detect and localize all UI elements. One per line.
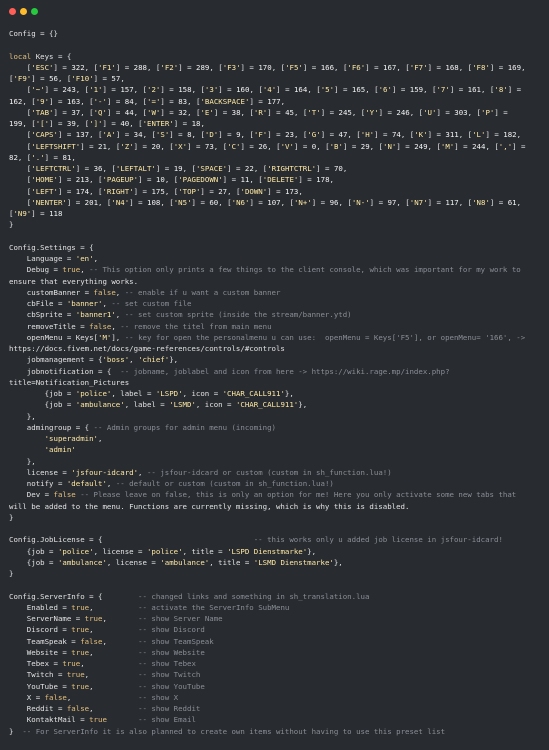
code-line: cbFile = 'banner', -- set custom file [9,299,192,308]
code-line: }, [9,411,36,421]
code-line: 'admin' [44,445,76,455]
code-line: Config.Settings = { [9,242,94,252]
code-line: 'superadmin', [44,434,103,443]
code-line: Discord = true, -- show Discord [9,625,205,635]
code-line: ['NENTER'] = 201, ['N4'] = 108, ['N5'] =… [9,197,522,207]
code-line: ServerName = true, -- show Server Name [9,614,223,623]
code-line: cbSprite = 'banner1', -- set custom spri… [9,310,352,320]
code-line: Twitch = true, -- show Twitch [9,670,201,680]
code-line: }, [9,456,36,466]
maximize-dot-icon[interactable] [31,8,38,15]
code-line: {job = 'police', label = 'LSPD', icon = … [9,389,294,398]
code-line: X = false, -- show X [9,692,179,702]
code-line: local Keys = { [9,51,72,61]
code-line: Config.JobLicense = { -- this works only… [9,535,503,545]
code-line: YouTube = true, -- show YouTube [9,681,205,691]
code-line: ['HOME'] = 213, ['PAGEUP'] = 10, ['PAGED… [9,175,334,185]
code-line: ['LEFTSHIFT'] = 21, ['Z'] = 20, ['X'] = … [9,141,526,151]
code-line: {job = 'ambulance', label = 'LSMD', icon… [9,400,308,410]
code-line: } [9,220,14,230]
code-line: ['~'] = 243, ['1'] = 157, ['2'] = 158, [… [9,85,522,95]
code-line: ['LEFT'] = 174, ['RIGHT'] = 175, ['TOP']… [9,186,303,196]
close-dot-icon[interactable] [9,8,16,15]
code-line: openMenu = Keys['M'], -- key for open th… [9,332,526,342]
code-line: ['N9'] = 118 [9,209,63,218]
code-line: Config.ServerInfo = { -- changed links a… [9,591,370,601]
code-line: } -- For ServerInfo it is also planned t… [9,726,446,736]
code-block[interactable]: Config = {} local Keys = { ['ESC'] = 322,… [0,28,549,737]
code-line: Dev = false -- Please leave on false, th… [9,490,517,500]
code-line: ['LEFTCTRL'] = 36, ['LEFTALT'] = 19, ['S… [9,164,348,173]
code-line: customBanner = false, -- enable if u wan… [9,287,281,297]
code-line: title=Notification_Pictures [9,377,130,387]
code-line: will be added to the menu. Functions are… [9,501,410,511]
code-line: Reddit = false, -- show Reddit [9,704,201,713]
code-line: jobmanagement = {'boss', 'chief'}, [9,355,179,365]
code-line: 162, ['9'] = 163, ['-'] = 84, ['='] = 83… [9,96,286,106]
code-line: 199, ['['] = 39, [']'] = 40, ['ENTER'] =… [9,119,205,128]
code-window: Config = {} local Keys = { ['ESC'] = 322,… [0,0,549,750]
code-line: ['TAB'] = 37, ['Q'] = 44, ['W'] = 32, ['… [9,107,508,117]
code-line: Debug = true, -- This option only prints… [9,265,521,275]
code-line: {job = 'ambulance', license = 'ambulance… [9,557,343,567]
code-line: Website = true, -- show Website [9,647,205,657]
code-line: } [9,569,14,578]
code-line: {job = 'police', license = 'police', tit… [9,546,317,556]
code-line: } [9,512,14,522]
code-line: Language = 'en', [9,254,99,263]
code-line: removeTitle = false, -- remove the titel… [9,321,272,331]
code-line: license = 'jsfour-idcard', -- jsfour-idc… [9,467,392,477]
code-line: ['ESC'] = 322, ['F1'] = 288, ['F2'] = 28… [9,62,526,72]
minimize-dot-icon[interactable] [20,8,27,15]
title-bar [0,0,549,22]
code-line: jobnotification = { -- jobname, joblabel… [9,366,450,376]
code-line: ensure that everything works. [9,276,139,286]
code-line: https://docs.fivem.net/docs/game-referen… [9,344,285,353]
code-line: Enabled = true, -- activate the ServerIn… [9,602,290,612]
code-line: 82, ['.'] = 81, [9,152,76,162]
code-line: KontaktMail = true -- show Email [9,715,196,725]
code-line: Tebex = true, -- show Tebex [9,659,196,668]
code-line: notify = 'default', -- default or custom… [9,479,334,488]
code-line: TeamSpeak = false, -- show TeamSpeak [9,636,214,646]
code-line: admingroup = { -- Admin groups for admin… [9,422,276,432]
code-line: Config = {} [9,29,58,38]
code-line: ['F9'] = 56, ['F10'] = 57, [9,74,125,83]
code-line: ['CAPS'] = 137, ['A'] = 34, ['S'] = 8, [… [9,130,522,140]
